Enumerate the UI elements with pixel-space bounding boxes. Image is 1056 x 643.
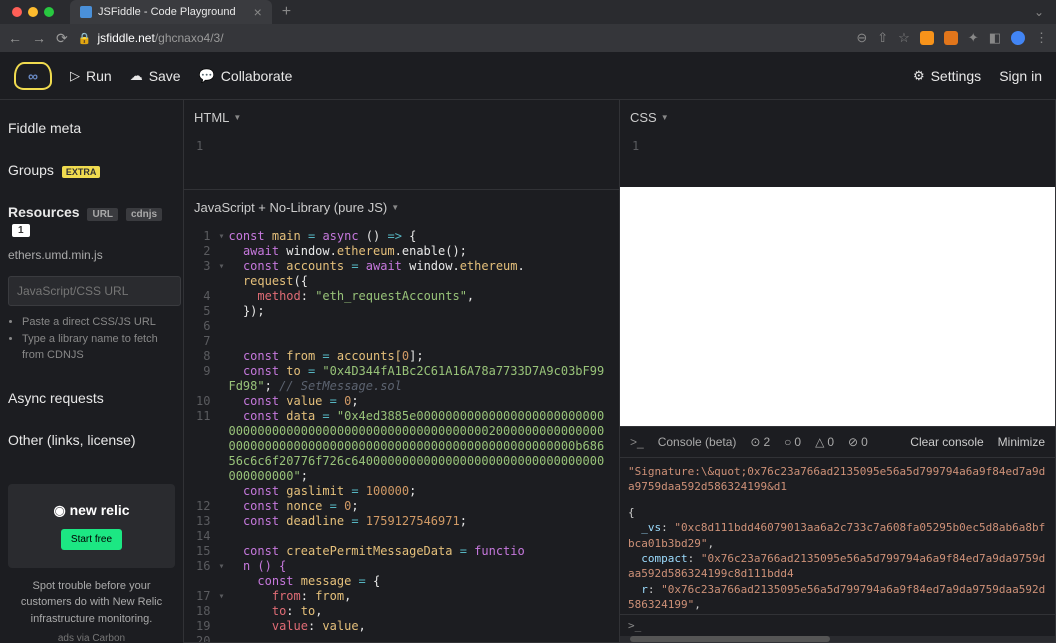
sidebar-resources[interactable]: Resources URL cdnjs 1 — [8, 198, 175, 242]
signin-button[interactable]: Sign in — [999, 68, 1042, 84]
main-area: Fiddle meta Groups EXTRA Resources URL c… — [0, 100, 1056, 643]
js-panel-header[interactable]: JavaScript + No-Library (pure JS)▼ — [184, 190, 619, 225]
sidebar-ad[interactable]: ◉ new relic Start free — [8, 484, 175, 568]
maximize-window-icon[interactable] — [44, 7, 54, 17]
js-code: const main = async () => { await window.… — [226, 225, 619, 642]
console-time-count: ⊙2 — [750, 435, 770, 449]
chevron-down-icon: ▼ — [391, 203, 399, 212]
warn-icon: △ — [815, 435, 824, 449]
editor-panels: HTML▼ 1 CSS▼ 1 >_ Console (beta) ⊙2 ○0 △… — [184, 100, 1056, 643]
clock-icon: ⊙ — [750, 435, 760, 449]
console-output[interactable]: "Signature:\&quot;0x76c23a766ad2135095e5… — [620, 458, 1055, 614]
tab-title: JSFiddle - Code Playground — [98, 6, 236, 18]
css-editor[interactable]: 1 — [620, 135, 1055, 187]
newrelic-logo: ◉ new relic — [20, 502, 163, 519]
tab-bar: JSFiddle - Code Playground × + ⌄ — [0, 0, 1056, 24]
error-icon: ⊘ — [848, 435, 858, 449]
address-bar: ← → ⟳ 🔒 jsfiddle.net/ghcnaxo4/3/ ⊖ ⇧ ☆ ✦… — [0, 24, 1056, 52]
zoom-icon[interactable]: ⊖ — [856, 30, 867, 46]
play-icon: ▷ — [70, 68, 80, 84]
browser-tab[interactable]: JSFiddle - Code Playground × — [70, 0, 272, 24]
console-header: >_ Console (beta) ⊙2 ○0 △0 ⊘0 Clear cons… — [620, 427, 1055, 458]
sidebar-fiddle-meta[interactable]: Fiddle meta — [8, 114, 175, 142]
sidebar-groups[interactable]: Groups EXTRA — [8, 156, 175, 184]
forward-button[interactable]: → — [32, 30, 46, 46]
profile-icon[interactable] — [1011, 31, 1025, 45]
minimize-window-icon[interactable] — [28, 7, 38, 17]
result-column: CSS▼ 1 >_ Console (beta) ⊙2 ○0 △0 ⊘0 Cle… — [620, 100, 1056, 643]
collaborate-button[interactable]: 💬Collaborate — [199, 68, 293, 84]
app-header: ∞ ▷Run ☁Save 💬Collaborate ⚙Settings Sign… — [0, 52, 1056, 100]
extra-badge: EXTRA — [62, 166, 101, 178]
ad-attribution[interactable]: ads via Carbon — [8, 633, 175, 643]
prompt-icon: >_ — [630, 435, 644, 449]
chat-icon: 💬 — [199, 68, 215, 84]
favicon-icon — [80, 6, 92, 18]
sidepanel-icon[interactable]: ◧ — [989, 30, 1001, 46]
scrollbar[interactable] — [620, 636, 1055, 642]
extensions-icon[interactable]: ✦ — [968, 30, 979, 46]
extension-1-icon[interactable] — [920, 31, 934, 45]
console: >_ Console (beta) ⊙2 ○0 △0 ⊘0 Clear cons… — [620, 427, 1055, 642]
ad-cta-button[interactable]: Start free — [61, 529, 122, 550]
info-icon: ○ — [784, 435, 791, 449]
clear-console-button[interactable]: Clear console — [910, 435, 983, 449]
resource-file[interactable]: ethers.umd.min.js — [8, 242, 175, 268]
save-button[interactable]: ☁Save — [130, 68, 181, 84]
reload-button[interactable]: ⟳ — [56, 30, 68, 47]
back-button[interactable]: ← — [8, 30, 22, 46]
tab-close-icon[interactable]: × — [254, 4, 262, 20]
new-tab-button[interactable]: + — [282, 3, 291, 21]
browser-chrome: JSFiddle - Code Playground × + ⌄ ← → ⟳ 🔒… — [0, 0, 1056, 52]
html-editor[interactable]: 1 — [184, 135, 619, 189]
minimize-console-button[interactable]: Minimize — [998, 435, 1045, 449]
js-editor[interactable]: 1 2 3 4 5 6 7 8 9 10 11 12 13 14 15 16 1… — [184, 225, 619, 642]
bookmark-icon[interactable]: ☆ — [898, 30, 910, 46]
sidebar-other[interactable]: Other (links, license) — [8, 426, 175, 454]
settings-button[interactable]: ⚙Settings — [913, 68, 981, 84]
sidebar: Fiddle meta Groups EXTRA Resources URL c… — [0, 100, 184, 643]
lock-icon: 🔒 — [78, 32, 92, 45]
ad-text: Spot trouble before your customers do wi… — [8, 578, 175, 628]
jsfiddle-logo[interactable]: ∞ — [14, 62, 52, 90]
menu-icon[interactable]: ⋮ — [1035, 30, 1048, 46]
chevron-down-icon: ▼ — [661, 113, 669, 122]
console-input[interactable]: >_ — [620, 614, 1055, 636]
console-info-count: ○0 — [784, 435, 801, 449]
console-label: Console (beta) — [658, 435, 737, 449]
url-field[interactable]: 🔒 jsfiddle.net/ghcnaxo4/3/ — [78, 31, 847, 45]
resource-hints: Paste a direct CSS/JS URL Type a library… — [8, 314, 175, 364]
metamask-icon[interactable] — [944, 31, 958, 45]
close-window-icon[interactable] — [12, 7, 22, 17]
chevron-down-icon: ▼ — [233, 113, 241, 122]
html-panel-header[interactable]: HTML▼ — [184, 100, 619, 135]
html-panel: HTML▼ 1 — [184, 100, 620, 190]
run-button[interactable]: ▷Run — [70, 68, 112, 84]
result-frame[interactable] — [620, 187, 1055, 427]
console-warn-count: △0 — [815, 435, 834, 449]
tab-overflow-icon[interactable]: ⌄ — [1034, 5, 1052, 19]
console-err-count: ⊘0 — [848, 435, 868, 449]
js-panel: JavaScript + No-Library (pure JS)▼ 1 2 3… — [184, 190, 620, 643]
sliders-icon: ⚙ — [913, 68, 925, 84]
css-panel-header[interactable]: CSS▼ — [620, 100, 1055, 135]
resource-url-input[interactable] — [8, 276, 181, 306]
extension-icons: ⊖ ⇧ ☆ ✦ ◧ ⋮ — [856, 30, 1048, 46]
sidebar-async[interactable]: Async requests — [8, 384, 175, 412]
cloud-icon: ☁ — [130, 68, 143, 84]
share-icon[interactable]: ⇧ — [877, 30, 888, 46]
window-controls — [4, 7, 62, 17]
